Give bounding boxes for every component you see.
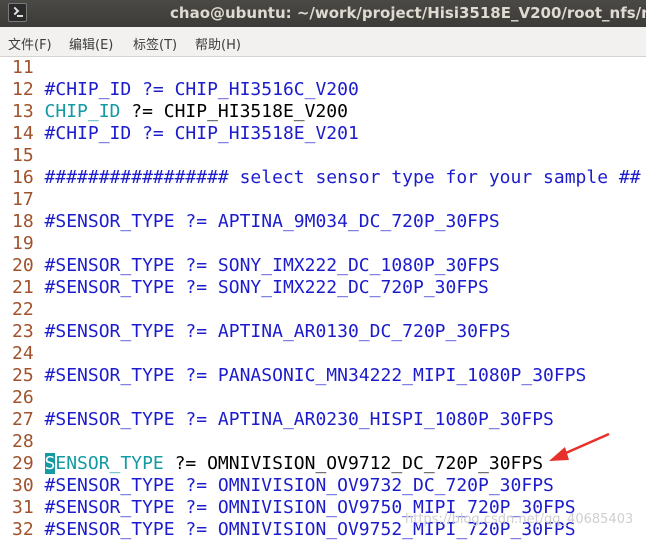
menu-edit[interactable]: 编辑(E) (69, 34, 113, 53)
menu-file[interactable]: 文件(F) (8, 34, 52, 53)
line-number: 26 (12, 387, 34, 408)
terminal-icon (8, 3, 27, 22)
code-line: 27 #SENSOR_TYPE ?= APTINA_AR0230_HISPI_1… (12, 409, 554, 431)
line-text: #CHIP_ID ?= CHIP_HI3516C_V200 (44, 79, 359, 100)
line-number: 17 (12, 189, 34, 210)
line-number: 30 (12, 475, 34, 496)
line-number: 15 (12, 145, 34, 166)
text-cursor: S (44, 453, 56, 474)
line-number: 28 (12, 431, 34, 452)
line-number: 29 (12, 453, 34, 474)
window-title: chao@ubuntu: ~/work/project/Hisi3518E_V2… (170, 4, 646, 22)
code-line: 11 (12, 57, 45, 79)
code-line: 18 #SENSOR_TYPE ?= APTINA_9M034_DC_720P_… (12, 211, 500, 233)
menu-help[interactable]: 帮助(H) (195, 34, 241, 53)
code-line: 24 (12, 343, 45, 365)
line-number: 22 (12, 299, 34, 320)
line-number: 31 (12, 497, 34, 518)
code-line: 25 #SENSOR_TYPE ?= PANASONIC_MN34222_MIP… (12, 365, 586, 387)
code-line: 19 (12, 233, 45, 255)
line-text: ?= OMNIVISION_OV9712_DC_720P_30FPS (163, 453, 544, 474)
menu-tabs[interactable]: 标签(T) (133, 34, 177, 53)
menu-bar: 文件(F) 编辑(E) 标签(T) 帮助(H) (0, 27, 646, 57)
code-line: 17 (12, 189, 45, 211)
code-line: 16 ################# select sensor type … (12, 167, 641, 189)
line-number: 19 (12, 233, 34, 254)
line-number: 11 (12, 57, 34, 78)
line-text: #SENSOR_TYPE ?= APTINA_AR0230_HISPI_1080… (44, 409, 554, 430)
red-arrow-icon (549, 432, 610, 461)
line-text: ?= CHIP_HI3518E_V200 (120, 101, 348, 122)
line-text: #SENSOR_TYPE ?= APTINA_9M034_DC_720P_30F… (44, 211, 500, 232)
line-number: 32 (12, 519, 34, 540)
code-line: 13 CHIP_ID ?= CHIP_HI3518E_V200 (12, 101, 348, 123)
watermark: https://blog.csdn.net/qq_40685403 (405, 512, 634, 527)
code-line: 28 (12, 431, 45, 453)
line-number: 18 (12, 211, 34, 232)
code-line: 12 #CHIP_ID ?= CHIP_HI3516C_V200 (12, 79, 359, 101)
code-line: 22 (12, 299, 45, 321)
line-number: 23 (12, 321, 34, 342)
line-number: 21 (12, 277, 34, 298)
title-bar[interactable]: chao@ubuntu: ~/work/project/Hisi3518E_V2… (0, 0, 646, 27)
line-text: #CHIP_ID ?= CHIP_HI3518E_V201 (44, 123, 359, 144)
line-number: 27 (12, 409, 34, 430)
line-text: ################# select sensor type for… (44, 167, 641, 188)
code-line: 29 SENSOR_TYPE ?= OMNIVISION_OV9712_DC_7… (12, 453, 543, 475)
code-line: 14 #CHIP_ID ?= CHIP_HI3518E_V201 (12, 123, 359, 145)
code-line: 20 #SENSOR_TYPE ?= SONY_IMX222_DC_1080P_… (12, 255, 500, 277)
line-text: #SENSOR_TYPE ?= OMNIVISION_OV9732_DC_720… (44, 475, 554, 496)
line-number: 14 (12, 123, 34, 144)
code-line: 30 #SENSOR_TYPE ?= OMNIVISION_OV9732_DC_… (12, 475, 554, 497)
variable-name: ENSOR_TYPE (55, 453, 164, 474)
code-line: 21 #SENSOR_TYPE ?= SONY_IMX222_DC_720P_3… (12, 277, 489, 299)
line-number: 25 (12, 365, 34, 386)
line-number: 13 (12, 101, 34, 122)
line-number: 20 (12, 255, 34, 276)
code-line: 23 #SENSOR_TYPE ?= APTINA_AR0130_DC_720P… (12, 321, 511, 343)
line-number: 16 (12, 167, 34, 188)
line-text: #SENSOR_TYPE ?= SONY_IMX222_DC_1080P_30F… (44, 255, 500, 276)
line-text: #SENSOR_TYPE ?= SONY_IMX222_DC_720P_30FP… (44, 277, 489, 298)
terminal-window: chao@ubuntu: ~/work/project/Hisi3518E_V2… (0, 0, 646, 541)
line-number: 12 (12, 79, 34, 100)
variable-name: CHIP_ID (44, 101, 121, 122)
line-text: #SENSOR_TYPE ?= APTINA_AR0130_DC_720P_30… (44, 321, 511, 342)
line-text: #SENSOR_TYPE ?= PANASONIC_MN34222_MIPI_1… (44, 365, 587, 386)
code-line: 26 (12, 387, 45, 409)
line-number: 24 (12, 343, 34, 364)
code-line: 15 (12, 145, 45, 167)
